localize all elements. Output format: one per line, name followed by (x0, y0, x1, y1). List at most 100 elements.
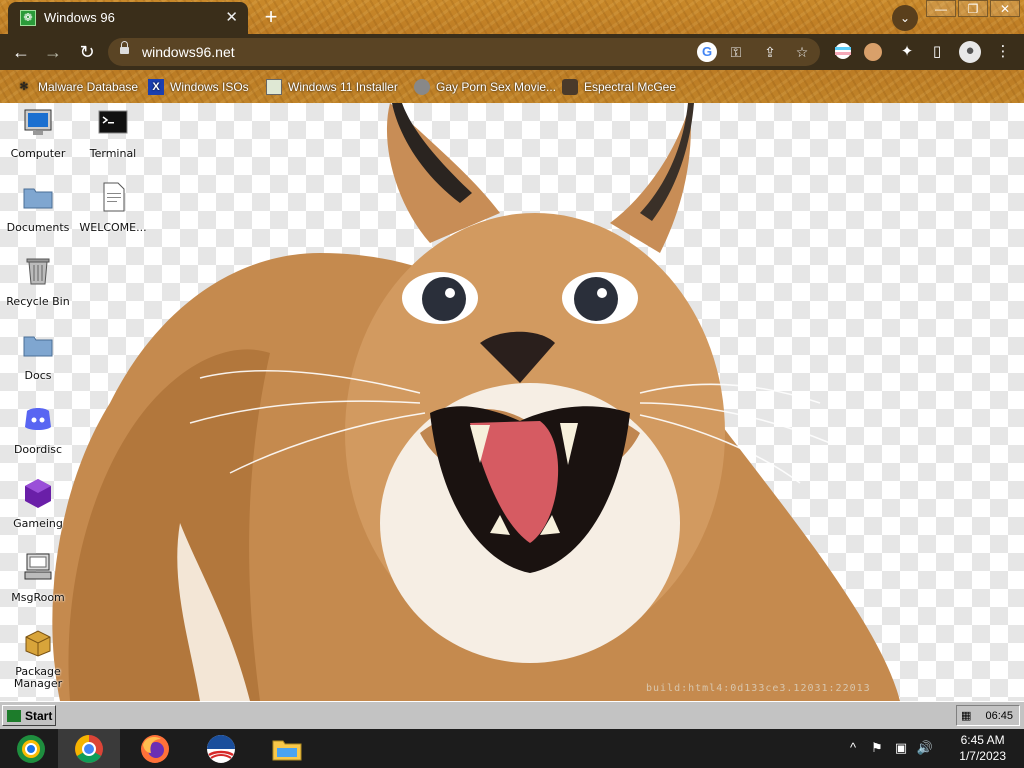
bookmark-label: Windows ISOs (170, 80, 249, 94)
spider-icon: ✻ (19, 81, 29, 93)
browser-frame: ❁ Windows 96 ✕ + ⌄ — ❐ ✕ ← → ↻ windows96… (0, 0, 1024, 103)
folder-icon (23, 188, 53, 209)
action-flag-icon[interactable]: ⚑ (868, 739, 886, 757)
taskbar-app-file-explorer[interactable] (256, 729, 318, 768)
browser-tab[interactable]: ❁ Windows 96 ✕ (8, 2, 248, 34)
host-taskbar: ^ ⚑ ▣ 🔊 6:45 AM 1/7/2023 (0, 729, 1024, 768)
recycle-bin-icon (26, 258, 50, 285)
icon-label: MsgRoom (11, 591, 65, 604)
win96-logo-icon (7, 709, 21, 722)
desktop-icon-documents[interactable]: Documents (0, 181, 76, 234)
icon-label: Computer (10, 147, 66, 160)
url-text[interactable]: windows96.net (142, 44, 235, 60)
bookmarks-bar: ✻ Malware Database X Windows ISOs Window… (0, 70, 1024, 103)
profile-avatar-icon[interactable]: ● (959, 41, 981, 63)
computer-icon (24, 109, 52, 135)
close-window-button[interactable]: ✕ (990, 0, 1020, 17)
win96-taskbar: Start ▦ 06:45 (0, 701, 1024, 729)
windows96-favicon-icon: ❁ (20, 10, 36, 26)
build-text: build:html4:0d133ce3.12031:22013 (646, 683, 871, 694)
caracal-wallpaper-image (52, 103, 900, 701)
icon-label: Recycle Bin (6, 295, 70, 308)
extension-avatar-icon[interactable] (864, 43, 882, 61)
chrome-menu-icon[interactable]: ⋮ (992, 42, 1014, 62)
win96-system-tray: ▦ 06:45 (956, 705, 1020, 726)
desktop-icon-terminal[interactable]: Terminal (75, 107, 151, 160)
image-icon (266, 79, 282, 95)
obama-icon (207, 734, 235, 763)
bookmark-espectral-mcgee[interactable]: Espectral McGee (562, 78, 676, 96)
volume-icon[interactable]: 🔊 (916, 739, 934, 757)
password-key-icon[interactable]: ⚿ (726, 42, 746, 62)
bookmark-label: Espectral McGee (584, 80, 677, 94)
share-icon[interactable]: ⇪ (760, 42, 780, 62)
face-icon (562, 79, 578, 95)
icon-label: Package Manager (13, 665, 63, 690)
side-panel-icon[interactable]: ▯ (926, 42, 948, 62)
chromeos-icon (17, 734, 45, 763)
chrome-icon (75, 734, 103, 763)
package-icon (25, 630, 51, 657)
bookmark-malware-database[interactable]: ✻ Malware Database (16, 78, 138, 96)
folder-icon (23, 336, 53, 357)
desktop-icon-recycle-bin[interactable]: Recycle Bin (0, 255, 76, 308)
extension-flag-icon[interactable] (832, 42, 854, 62)
system-clock[interactable]: 6:45 AM 1/7/2023 (959, 732, 1006, 764)
cube-icon (25, 479, 51, 508)
extensions-puzzle-icon[interactable]: ✦ (896, 42, 918, 62)
tray-overflow-chevron-icon[interactable]: ^ (844, 739, 862, 757)
clock-time: 6:45 AM (960, 733, 1005, 747)
icon-label: Terminal (89, 147, 137, 160)
icon-label: Docs (24, 369, 52, 382)
desktop-icon-docs[interactable]: Docs (0, 329, 76, 382)
restore-button[interactable]: ❐ (958, 0, 988, 17)
terminal-icon (98, 110, 128, 134)
icon-label: Gameing (13, 517, 63, 530)
reload-button[interactable]: ↻ (74, 40, 100, 64)
lock-icon[interactable] (120, 41, 129, 55)
browser-toolbar: ← → ↻ windows96.net G ⚿ ⇪ ☆ ✦ ▯ ● ⋮ (0, 34, 1024, 70)
address-bar[interactable]: windows96.net G ⚿ ⇪ ☆ (108, 38, 820, 66)
firefox-icon (141, 734, 169, 763)
start-button[interactable]: Start (2, 705, 56, 726)
taskbar-app-chrome[interactable] (58, 729, 120, 768)
clock-date: 1/7/2023 (959, 749, 1006, 763)
desktop-icon-msgroom[interactable]: MsgRoom (0, 551, 76, 604)
win96-desktop[interactable]: build:html4:0d133ce3.12031:22013 Compute… (0, 103, 1024, 701)
bookmark-label: Windows 11 Installer (288, 80, 398, 94)
bookmark-windows-isos[interactable]: X Windows ISOs (148, 78, 249, 96)
x-icon: X (148, 79, 164, 95)
forward-button[interactable]: → (40, 40, 66, 64)
bookmark-star-icon[interactable]: ☆ (792, 42, 812, 62)
bookmark-gay-porn-sex-movie[interactable]: Gay Porn Sex Movie... (414, 78, 556, 96)
msgroom-icon (24, 553, 52, 580)
icon-label: Doordisc (13, 443, 63, 456)
desktop-icon-doordisc[interactable]: Doordisc (0, 403, 76, 456)
taskbar-app-firefox[interactable] (124, 729, 186, 768)
desktop-icon-gameing[interactable]: Gameing (0, 477, 76, 530)
bookmark-label: Malware Database (38, 80, 139, 94)
google-icon[interactable]: G (697, 42, 717, 62)
file-explorer-icon (272, 740, 302, 760)
icon-label: Documents (6, 221, 70, 234)
network-icon[interactable]: ▦ (961, 709, 977, 723)
tab-close-icon[interactable]: ✕ (225, 8, 238, 26)
new-tab-button[interactable]: + (258, 2, 284, 32)
discord-icon (25, 408, 51, 430)
desktop-icon-package-manager[interactable]: Package Manager (0, 625, 76, 690)
back-button[interactable]: ← (8, 40, 34, 64)
minimize-button[interactable]: — (926, 0, 956, 17)
desktop-icon-welcome[interactable]: WELCOME... (75, 181, 151, 234)
network-tray-icon[interactable]: ▣ (892, 739, 910, 757)
tab-title: Windows 96 (44, 10, 115, 25)
taskbar-app-chromeos[interactable] (0, 729, 62, 768)
bookmark-label: Gay Porn Sex Movie... (436, 80, 557, 94)
document-icon (103, 182, 125, 212)
disc-icon (414, 79, 430, 95)
tab-search-button[interactable]: ⌄ (892, 5, 918, 31)
desktop-icon-computer[interactable]: Computer (0, 107, 76, 160)
bookmark-windows-11-installer[interactable]: Windows 11 Installer (266, 78, 398, 96)
taskbar-app-obama[interactable] (190, 729, 252, 768)
start-label: Start (25, 708, 53, 723)
win96-clock[interactable]: 06:45 (985, 710, 1013, 722)
